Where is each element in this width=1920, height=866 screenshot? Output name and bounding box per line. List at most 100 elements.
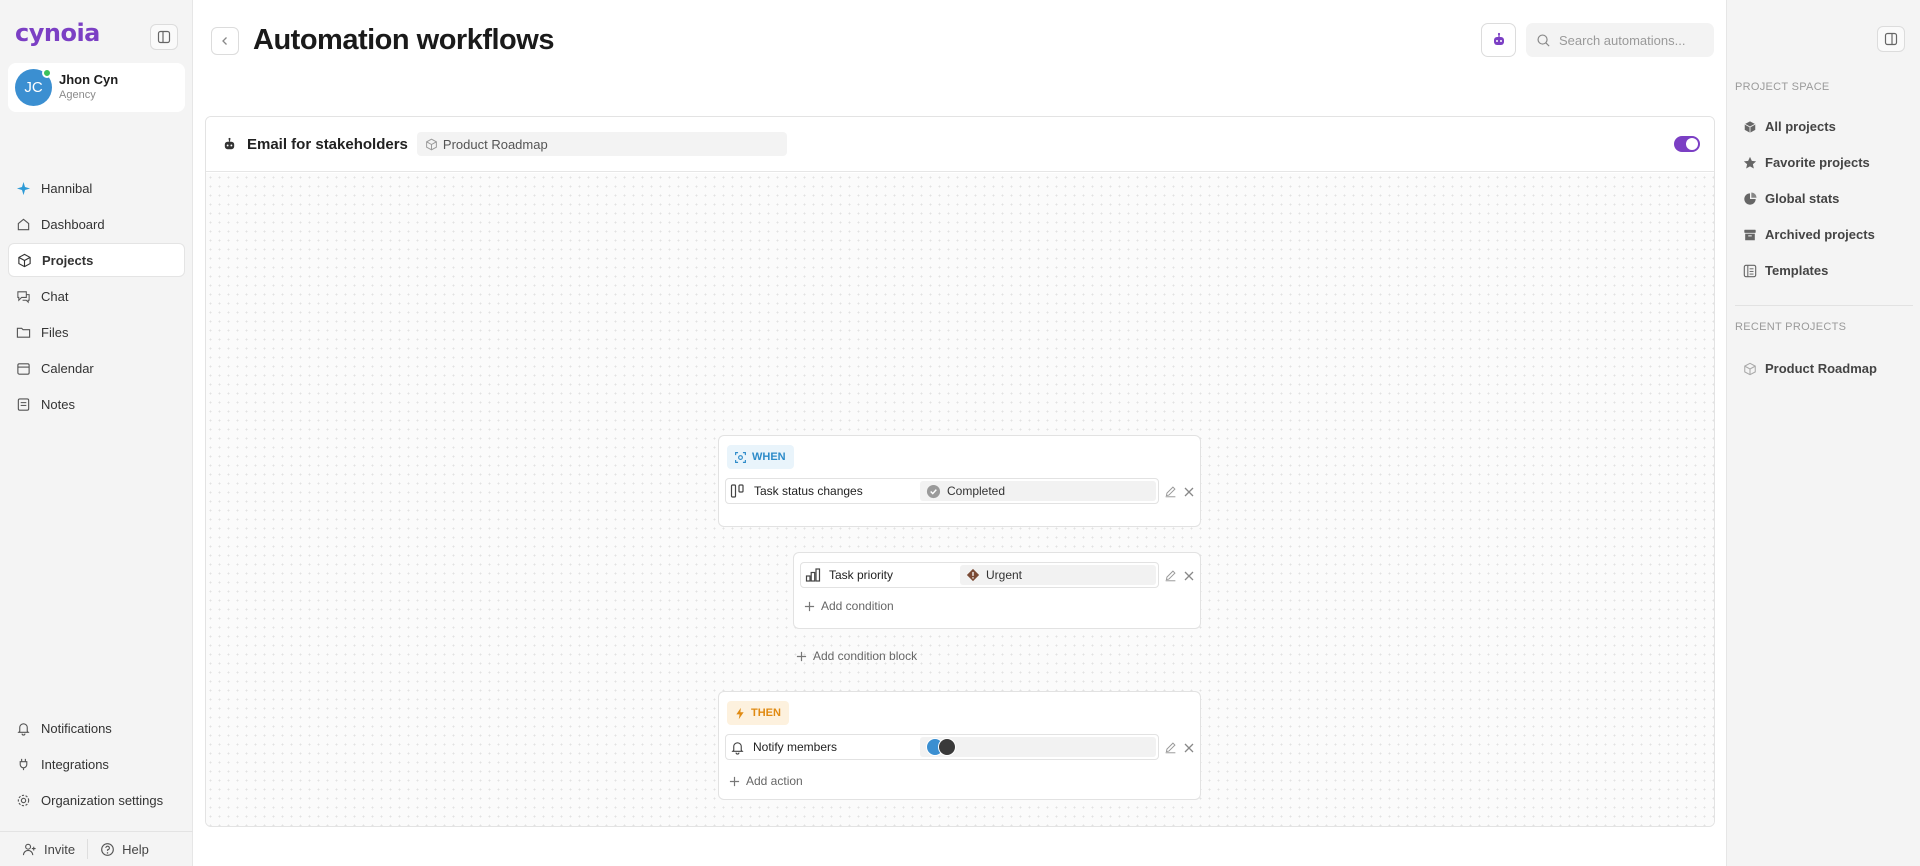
add-condition-button[interactable]: Add condition <box>804 599 894 613</box>
target-icon <box>735 451 746 463</box>
search-box <box>1526 23 1714 57</box>
nav-item-organization-settings[interactable]: Organization settings <box>8 783 185 817</box>
condition-block-card: Task priority Urgent Add condition <box>793 552 1201 629</box>
workflow-panel: Email for stakeholders Product Roadmap W… <box>205 116 1715 827</box>
avatar <box>938 738 956 756</box>
favorite-projects-label: Favorite projects <box>1765 155 1870 170</box>
sparkle-icon <box>16 181 31 195</box>
favorite-projects-link[interactable]: Favorite projects <box>1743 155 1870 170</box>
all-projects-link[interactable]: All projects <box>1743 119 1836 134</box>
action-members[interactable] <box>920 737 1156 757</box>
plus-icon <box>729 776 740 786</box>
nav-item-projects[interactable]: Projects <box>8 243 185 277</box>
collapse-sidebar-button[interactable] <box>150 24 178 50</box>
main-content: Automation workflows Email for stakehold… <box>193 0 1726 866</box>
nav-item-files[interactable]: Files <box>8 315 185 349</box>
cube-icon <box>1744 120 1756 133</box>
action-label: Notify members <box>753 740 838 754</box>
recent-projects-title: RECENT PROJECTS <box>1735 321 1847 333</box>
action-row[interactable]: Notify members <box>725 734 1159 760</box>
add-condition-block-button[interactable]: Add condition block <box>796 649 917 663</box>
divider <box>1735 305 1913 306</box>
trigger-label: Task status changes <box>754 484 863 498</box>
user-card[interactable]: JC Jhon Cyn Agency <box>8 63 185 112</box>
page-title: Automation workflows <box>253 24 554 56</box>
collapse-right-panel-button[interactable] <box>1877 26 1905 52</box>
close-icon[interactable] <box>1183 570 1195 582</box>
workflow-name[interactable]: Email for stakeholders <box>247 136 408 153</box>
global-stats-link[interactable]: Global stats <box>1743 191 1839 206</box>
note-icon <box>17 397 30 411</box>
nav-label: Hannibal <box>41 180 93 196</box>
invite-button[interactable]: Invite <box>0 832 87 866</box>
plug-icon <box>19 758 28 770</box>
then-card: THEN Notify members Add action <box>718 691 1201 800</box>
add-condition-label: Add condition <box>821 599 894 613</box>
trigger-row[interactable]: Task status changes Completed <box>725 478 1159 504</box>
plus-icon <box>804 601 815 611</box>
project-selector[interactable]: Product Roadmap <box>416 132 787 156</box>
help-button[interactable]: Help <box>88 832 161 866</box>
search-input[interactable] <box>1559 32 1709 48</box>
back-button[interactable] <box>211 27 239 55</box>
trigger-actions <box>1164 485 1195 498</box>
nav-item-integrations[interactable]: Integrations <box>8 747 185 781</box>
trigger-value[interactable]: Completed <box>920 481 1156 501</box>
condition-value[interactable]: Urgent <box>960 565 1156 585</box>
edit-icon[interactable] <box>1164 485 1177 498</box>
nav-item-calendar[interactable]: Calendar <box>8 351 185 385</box>
recent-project-item[interactable]: Product Roadmap <box>1743 361 1877 376</box>
right-panel: PROJECT SPACE All projects Favorite proj… <box>1726 0 1920 866</box>
edit-icon[interactable] <box>1164 569 1177 582</box>
search-icon <box>1537 33 1550 47</box>
nav-item-chat[interactable]: Chat <box>8 279 185 313</box>
global-stats-label: Global stats <box>1765 191 1840 206</box>
nav-label: Dashboard <box>41 216 105 232</box>
then-badge-label: THEN <box>751 707 781 719</box>
condition-row[interactable]: Task priority Urgent <box>800 562 1159 588</box>
nav-item-dashboard[interactable]: Dashboard <box>8 207 185 241</box>
archived-projects-link[interactable]: Archived projects <box>1743 227 1875 242</box>
nav-label: Projects <box>42 252 94 268</box>
nav-item-hannibal[interactable]: Hannibal <box>8 171 185 205</box>
robot-icon <box>1493 32 1504 45</box>
recent-project-label: Product Roadmap <box>1765 361 1877 376</box>
workflow-header: Email for stakeholders Product Roadmap <box>206 117 1714 172</box>
nav-item-notes[interactable]: Notes <box>8 387 185 421</box>
ai-assistant-button[interactable] <box>1481 23 1516 57</box>
project-name: Product Roadmap <box>442 136 548 152</box>
bell-icon <box>731 741 744 755</box>
close-icon[interactable] <box>1183 742 1195 754</box>
sidebar-bottom-bar: Invite Help <box>0 831 193 866</box>
workflow-enabled-toggle[interactable] <box>1674 136 1700 152</box>
edit-icon[interactable] <box>1164 741 1177 754</box>
app-logo[interactable]: cynoia <box>15 19 100 47</box>
nav-label: Notifications <box>41 720 112 736</box>
chevron-left-icon <box>222 37 227 45</box>
then-badge: THEN <box>727 701 789 725</box>
nav-label: Calendar <box>41 360 94 376</box>
kanban-icon <box>730 484 744 498</box>
condition-label-group: Task priority <box>801 567 951 583</box>
add-action-button[interactable]: Add action <box>729 774 803 788</box>
cube-outline-icon <box>1744 362 1756 375</box>
bell-icon <box>17 722 30 736</box>
condition-value-label: Urgent <box>986 568 1023 582</box>
member-avatars <box>926 738 962 756</box>
workflow-canvas[interactable]: WHEN Task status changes Completed Task … <box>206 173 1714 826</box>
when-card: WHEN Task status changes Completed <box>718 435 1201 527</box>
left-sidebar: cynoia JC Jhon Cyn Agency Hannibal Dashb… <box>0 0 193 866</box>
help-icon <box>101 842 114 856</box>
condition-label: Task priority <box>829 568 894 582</box>
trigger-value-label: Completed <box>947 484 1006 498</box>
plus-icon <box>796 651 807 661</box>
robot-icon <box>224 137 235 149</box>
all-projects-label: All projects <box>1765 119 1836 134</box>
close-icon[interactable] <box>1183 486 1195 498</box>
cube-icon <box>18 253 31 267</box>
nav-item-notifications[interactable]: Notifications <box>8 711 185 745</box>
nav-label: Files <box>41 324 69 340</box>
urgent-priority-icon <box>966 568 980 582</box>
templates-link[interactable]: Templates <box>1743 263 1828 278</box>
star-icon <box>1743 156 1757 169</box>
